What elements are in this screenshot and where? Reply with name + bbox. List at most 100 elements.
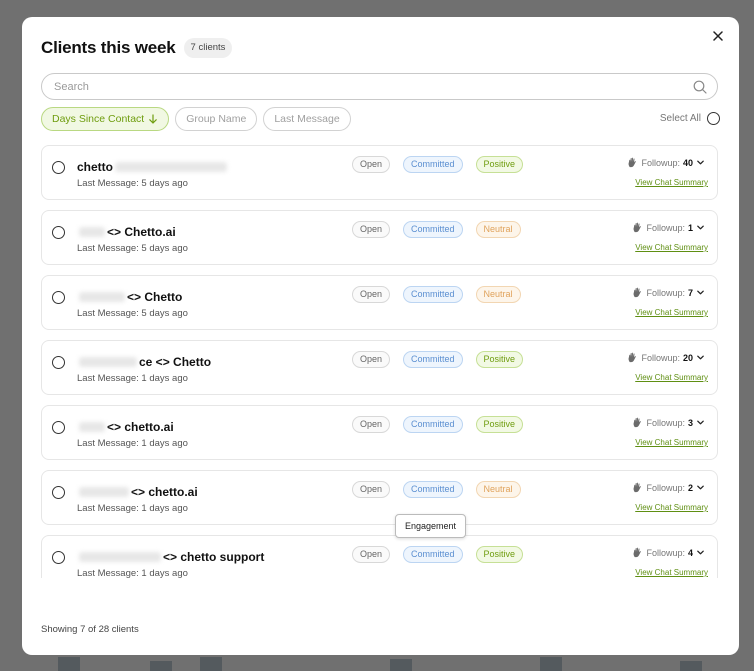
commitment-badge: Committed — [403, 481, 463, 498]
followup-dropdown[interactable]: Followup: 7 — [632, 287, 705, 298]
status-chips: Open Committed Positive — [352, 546, 524, 563]
client-row[interactable]: <> chetto.ai Last Message: 1 days ago Op… — [41, 405, 718, 460]
background-bar — [200, 657, 222, 671]
redacted-name — [79, 357, 137, 367]
filter-label: Last Message — [274, 113, 340, 125]
client-row[interactable]: <> chetto support Last Message: 1 days a… — [41, 535, 718, 578]
client-name: <> chetto.ai — [77, 420, 174, 434]
followup-count: 1 — [687, 222, 693, 233]
background-bar — [680, 661, 702, 671]
followup-dropdown[interactable]: Followup: 40 — [627, 157, 705, 168]
commitment-badge: Committed — [403, 351, 463, 368]
view-chat-summary-link[interactable]: View Chat Summary — [635, 373, 708, 382]
sentiment-badge: Positive — [475, 156, 524, 173]
view-chat-summary-link[interactable]: View Chat Summary — [635, 243, 708, 252]
background-bar — [58, 657, 80, 671]
client-name-suffix: <> Chetto — [127, 290, 183, 304]
sentiment-badge: Positive — [475, 351, 524, 368]
client-name: <> Chetto.ai — [77, 225, 176, 239]
commitment-badge: Committed — [403, 286, 463, 303]
followup-dropdown[interactable]: Followup: 1 — [632, 222, 705, 233]
filter-group-name[interactable]: Group Name — [175, 107, 258, 131]
filter-label: Days Since Contact — [52, 113, 145, 125]
background-bar — [150, 661, 172, 671]
commitment-badge: Committed — [403, 546, 463, 563]
client-list: chetto Last Message: 5 days ago Open Com… — [41, 145, 718, 578]
filter-days-since-contact[interactable]: Days Since Contact — [41, 107, 170, 131]
row-select-radio[interactable] — [52, 421, 65, 434]
redacted-name — [79, 227, 105, 237]
view-chat-summary-link[interactable]: View Chat Summary — [635, 503, 708, 512]
select-all-control[interactable]: Select All — [660, 112, 720, 125]
sentiment-badge: Neutral — [475, 221, 521, 238]
row-select-radio[interactable] — [52, 291, 65, 304]
client-name-suffix: ce <> Chetto — [139, 355, 212, 369]
last-message-text: Last Message: 5 days ago — [77, 243, 188, 254]
chevron-down-icon — [697, 355, 704, 360]
redacted-name — [79, 487, 129, 497]
sentiment-badge: Positive — [475, 416, 524, 433]
view-chat-summary-link[interactable]: View Chat Summary — [635, 178, 708, 187]
redacted-name — [115, 162, 227, 172]
status-chips: Open Committed Neutral — [352, 286, 521, 303]
status-badge: Open — [352, 156, 391, 173]
last-message-text: Last Message: 1 days ago — [77, 373, 188, 384]
page-title: Clients this week — [41, 38, 176, 57]
select-all-radio[interactable] — [707, 112, 720, 125]
row-select-radio[interactable] — [52, 551, 65, 564]
search-bar — [41, 73, 718, 100]
status-badge: Open — [352, 416, 391, 433]
client-name: ce <> Chetto — [77, 355, 211, 369]
search-icon[interactable] — [693, 80, 707, 94]
row-select-radio[interactable] — [52, 486, 65, 499]
followup-label: Followup: — [646, 482, 685, 493]
client-name-suffix: <> Chetto.ai — [107, 225, 176, 239]
followup-dropdown[interactable]: Followup: 3 — [632, 417, 705, 428]
status-badge: Open — [352, 221, 391, 238]
followup-count: 2 — [687, 482, 693, 493]
row-select-radio[interactable] — [52, 161, 65, 174]
background-bar — [390, 659, 412, 671]
row-select-radio[interactable] — [52, 226, 65, 239]
followup-count: 20 — [682, 352, 693, 363]
commitment-badge: Committed — [403, 416, 463, 433]
client-count-badge: 7 clients — [183, 38, 233, 58]
clients-modal: Clients this week 7 clients Days Since C… — [22, 17, 739, 655]
followup-count: 3 — [687, 417, 693, 428]
view-chat-summary-link[interactable]: View Chat Summary — [635, 568, 708, 577]
pagination-summary: Showing 7 of 28 clients — [41, 624, 139, 635]
followup-dropdown[interactable]: Followup: 4 — [632, 547, 705, 558]
followup-count: 7 — [687, 287, 693, 298]
client-name: <> Chetto — [77, 290, 182, 304]
status-chips: Open Committed Positive — [352, 416, 524, 433]
client-row[interactable]: <> Chetto Last Message: 5 days ago Open … — [41, 275, 718, 330]
redacted-name — [79, 292, 125, 302]
sentiment-badge: Neutral — [475, 481, 521, 498]
search-input[interactable] — [54, 80, 693, 93]
client-name-suffix: <> chetto support — [163, 550, 265, 564]
close-button[interactable] — [711, 29, 725, 43]
redacted-name — [79, 422, 105, 432]
hand-wave-icon — [634, 547, 642, 558]
chevron-down-icon — [697, 420, 704, 425]
followup-dropdown[interactable]: Followup: 20 — [627, 352, 705, 363]
row-select-radio[interactable] — [52, 356, 65, 369]
client-row[interactable]: ce <> Chetto Last Message: 1 days ago Op… — [41, 340, 718, 395]
modal-header: Clients this week 7 clients — [41, 38, 233, 58]
followup-dropdown[interactable]: Followup: 2 — [632, 482, 705, 493]
sentiment-badge: Positive — [475, 546, 524, 563]
filter-last-message[interactable]: Last Message — [263, 107, 351, 131]
view-chat-summary-link[interactable]: View Chat Summary — [635, 308, 708, 317]
client-row[interactable]: <> chetto.ai Last Message: 1 days ago Op… — [41, 470, 718, 525]
chevron-down-icon — [697, 225, 704, 230]
followup-label: Followup: — [646, 417, 685, 428]
filter-bar: Days Since Contact Group Name Last Messa… — [41, 107, 351, 131]
client-row[interactable]: <> Chetto.ai Last Message: 5 days ago Op… — [41, 210, 718, 265]
view-chat-summary-link[interactable]: View Chat Summary — [635, 438, 708, 447]
hand-wave-icon — [634, 417, 642, 428]
select-all-label: Select All — [659, 113, 701, 124]
client-row[interactable]: chetto Last Message: 5 days ago Open Com… — [41, 145, 718, 200]
followup-count: 40 — [682, 157, 693, 168]
commitment-badge: Committed — [403, 156, 463, 173]
status-chips: Open Committed Positive — [352, 351, 524, 368]
